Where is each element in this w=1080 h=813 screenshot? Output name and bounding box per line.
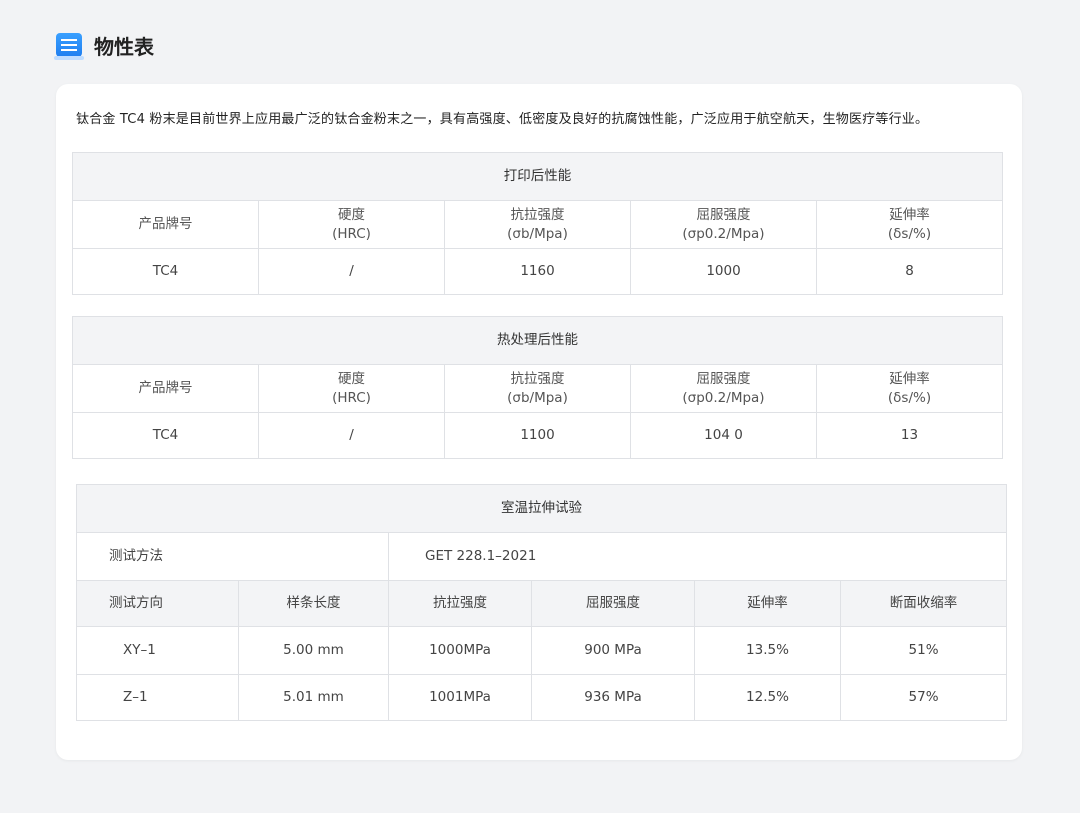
table-cell: XY–1 [76, 626, 239, 675]
tensile-test-table: 室温拉伸试验 测试方法 GET 228.1–2021 测试方向 样条长度 抗拉强… [75, 484, 1008, 721]
table-row: TC4 / 1160 1000 8 [72, 248, 1004, 295]
section-header: 物性表 [54, 28, 154, 62]
table-row: TC4 / 1100 104 0 13 [72, 412, 1004, 459]
table-cell: / [258, 412, 445, 459]
header-cell: 延伸率 (δs/%) [815, 200, 1004, 249]
table-cell: 12.5% [694, 674, 841, 721]
header-cell: 屈服强度 (σp0.2/Mpa) [630, 364, 817, 413]
table-row: XY–1 5.00 mm 1000MPa 900 MPa 13.5% 51% [76, 626, 1008, 675]
header-cell: 断面收缩率 [839, 580, 1008, 627]
header-cell: 产品牌号 [72, 200, 259, 249]
table-cell: 1001MPa [388, 674, 532, 721]
table-cell: 1000 [630, 248, 817, 295]
table-header-row: 产品牌号 硬度 (HRC) 抗拉强度 (σb/Mpa) 屈服强度 (σp0.2/Mpa… [72, 200, 1004, 249]
table-cell: / [258, 248, 445, 295]
table-cell: 13 [815, 412, 1004, 459]
table-cell: 5.00 mm [238, 626, 389, 675]
table-row: Z–1 5.01 mm 1001MPa 936 MPa 12.5% 57% [76, 674, 1008, 721]
test-method-value: GET 228.1–2021 [387, 532, 1008, 581]
table-cell: 1160 [444, 248, 631, 295]
table-cell: 13.5% [694, 626, 841, 675]
heat-treated-table: 热处理后性能 产品牌号 硬度 (HRC) 抗拉强度 (σb/Mpa) 屈服强度 (σp… [71, 316, 1004, 459]
table-cell: Z–1 [76, 674, 239, 721]
header-cell: 屈服强度 [531, 580, 695, 627]
table-caption: 热处理后性能 [71, 316, 1004, 365]
table-cell: TC4 [72, 248, 259, 295]
test-method-row: 测试方法 GET 228.1–2021 [76, 532, 1008, 581]
header-cell: 延伸率 (δs/%) [815, 364, 1004, 413]
table-cell: 1100 [444, 412, 631, 459]
header-cell: 抗拉强度 (σb/Mpa) [444, 200, 631, 249]
table-cell: TC4 [72, 412, 259, 459]
header-cell: 测试方向 [76, 580, 239, 627]
table-cell: 104 0 [630, 412, 817, 459]
header-cell: 样条长度 [238, 580, 389, 627]
table-header-row: 测试方向 样条长度 抗拉强度 屈服强度 延伸率 断面收缩率 [76, 580, 1008, 627]
section-title: 物性表 [94, 34, 154, 59]
table-header-row: 产品牌号 硬度 (HRC) 抗拉强度 (σb/Mpa) 屈服强度 (σp0.2/Mpa… [72, 364, 1004, 413]
content-card: 钛合金 TC4 粉末是目前世界上应用最广泛的钛合金粉末之一，具有高强度、低密度及… [56, 84, 1022, 760]
page: 物性表 钛合金 TC4 粉末是目前世界上应用最广泛的钛合金粉末之一，具有高强度、… [0, 0, 1080, 813]
table-cell: 5.01 mm [238, 674, 389, 721]
intro-text: 钛合金 TC4 粉末是目前世界上应用最广泛的钛合金粉末之一，具有高强度、低密度及… [76, 112, 929, 127]
table-caption: 室温拉伸试验 [75, 484, 1008, 533]
header-cell: 产品牌号 [72, 364, 259, 413]
test-method-label: 测试方法 [76, 532, 389, 581]
table-icon [54, 33, 84, 60]
table-caption: 打印后性能 [71, 152, 1004, 201]
header-cell: 屈服强度 (σp0.2/Mpa) [630, 200, 817, 249]
header-cell: 硬度 (HRC) [258, 200, 445, 249]
header-cell: 延伸率 [694, 580, 841, 627]
after-print-table: 打印后性能 产品牌号 硬度 (HRC) 抗拉强度 (σb/Mpa) 屈服强度 (σp0… [71, 152, 1004, 295]
table-cell: 1000MPa [388, 626, 532, 675]
header-cell: 抗拉强度 [388, 580, 532, 627]
table-cell: 51% [839, 626, 1008, 675]
table-cell: 57% [839, 674, 1008, 721]
header-cell: 抗拉强度 (σb/Mpa) [444, 364, 631, 413]
table-cell: 8 [815, 248, 1004, 295]
header-cell: 硬度 (HRC) [258, 364, 445, 413]
table-cell: 900 MPa [531, 626, 695, 675]
table-cell: 936 MPa [531, 674, 695, 721]
